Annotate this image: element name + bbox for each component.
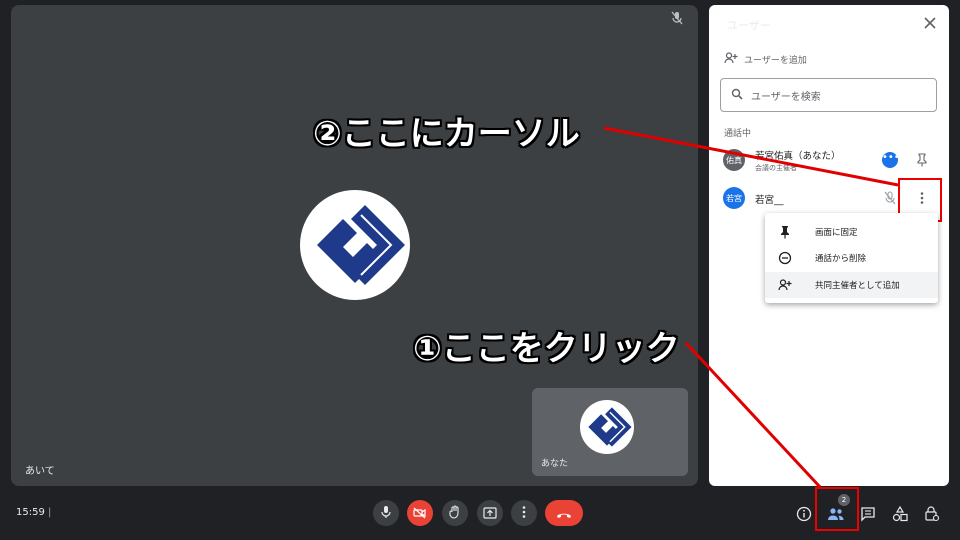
mic-button[interactable]	[373, 500, 399, 526]
mic-off-icon	[668, 10, 686, 26]
pin-icon	[777, 224, 793, 240]
search-placeholder: ユーザーを検索	[751, 91, 821, 103]
menu-item-label: 共同主催者として追加	[815, 281, 900, 291]
raise-hand-icon	[449, 504, 461, 523]
panel-title: ユーザー	[727, 19, 771, 32]
mic-icon	[380, 504, 392, 523]
raise-hand-button[interactable]	[442, 500, 468, 526]
mic-off-icon	[883, 190, 897, 209]
add-person-icon	[724, 52, 738, 67]
add-user-label: ユーザーを追加	[744, 56, 807, 66]
participant-context-menu: 画面に固定 通話から削除 共同主催者として追加	[765, 213, 938, 303]
more-options-icon[interactable]: •••	[882, 152, 900, 168]
search-icon	[731, 88, 743, 103]
hangup-icon	[556, 504, 572, 523]
participant-name: 若宮佑真（あなた）	[755, 151, 841, 162]
search-input[interactable]: ユーザーを検索	[720, 78, 937, 112]
add-user-button[interactable]: ユーザーを追加	[724, 52, 807, 67]
clock: 15:59	[16, 507, 45, 518]
avatar: 佑真	[723, 149, 745, 171]
present-icon	[483, 504, 497, 523]
host-controls-icon[interactable]	[923, 505, 941, 523]
menu-item-label: 画面に固定	[815, 228, 858, 238]
present-button[interactable]	[477, 500, 503, 526]
more-options-button[interactable]	[511, 500, 537, 526]
separator: |	[48, 507, 52, 518]
section-label: 通話中	[724, 129, 752, 139]
camera-off-icon	[413, 504, 427, 523]
chat-icon[interactable]	[859, 505, 877, 523]
self-avatar	[580, 400, 634, 454]
remove-circle-icon	[777, 250, 793, 266]
menu-item-pin[interactable]: 画面に固定	[765, 219, 938, 245]
highlight-box-people	[815, 487, 859, 531]
menu-item-add-cohost[interactable]: 共同主催者として追加	[765, 272, 938, 298]
participant-role: 会議の主催者	[755, 164, 797, 172]
annotation-step2: ②ここにカーソル	[313, 114, 580, 154]
menu-item-remove[interactable]: 通話から削除	[765, 245, 938, 271]
annotation-step1: ①ここをクリック	[413, 329, 680, 369]
pin-icon[interactable]	[916, 152, 928, 171]
menu-item-label: 通話から削除	[815, 254, 867, 264]
info-icon[interactable]	[795, 505, 813, 523]
close-icon[interactable]	[922, 15, 938, 31]
add-person-icon	[777, 277, 793, 293]
avatar: 若宮	[723, 187, 745, 209]
participant-name: 若宮__	[755, 195, 784, 206]
camera-button[interactable]	[407, 500, 433, 526]
activities-icon[interactable]	[891, 505, 909, 523]
more-vert-icon	[521, 504, 527, 523]
participant-name-label: あいて	[25, 466, 55, 477]
self-name-label: あなた	[541, 459, 569, 469]
participant-avatar	[300, 190, 410, 300]
hangup-button[interactable]	[545, 500, 583, 526]
